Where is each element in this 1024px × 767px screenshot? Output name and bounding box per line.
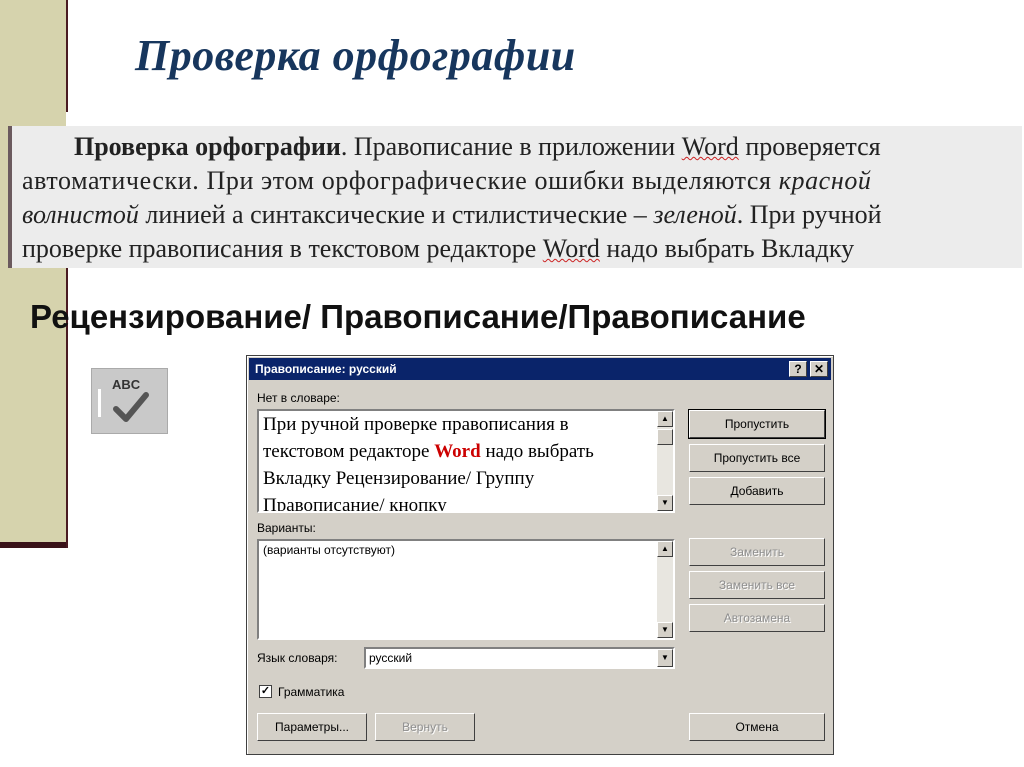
excerpt-italic: зеленой: [653, 200, 737, 229]
not-in-dict-label: Нет в словаре:: [257, 391, 340, 405]
add-button[interactable]: Добавить: [689, 477, 825, 505]
toolbar-separator: [98, 389, 101, 417]
grammar-label: Грамматика: [278, 685, 345, 699]
scroll-down-arrow-icon[interactable]: ▼: [657, 495, 673, 511]
excerpt-word-underlined: Word: [681, 132, 739, 161]
spellcheck-label: ABC: [112, 377, 141, 392]
scroll-up-arrow-icon[interactable]: ▲: [657, 541, 673, 557]
help-button[interactable]: ?: [789, 361, 807, 377]
options-button[interactable]: Параметры...: [257, 713, 367, 741]
excerpt-text: проверке правописания в текстовом редакт…: [22, 234, 543, 263]
scroll-up-arrow-icon[interactable]: ▲: [657, 411, 673, 427]
excerpt-italic: красной: [778, 166, 872, 195]
decor-line-vertical-top: [66, 0, 68, 112]
replace-button[interactable]: Заменить: [689, 538, 825, 566]
scroll-down-arrow-icon[interactable]: ▼: [657, 622, 673, 638]
not-in-dict-text: При ручной проверке правописания в текст…: [263, 411, 653, 511]
close-button[interactable]: ✕: [810, 361, 828, 377]
not-in-dict-textbox[interactable]: При ручной проверке правописания в текст…: [257, 409, 675, 513]
skip-button[interactable]: Пропустить: [688, 409, 826, 439]
excerpt-text: проверяется: [738, 132, 881, 161]
language-value: русский: [369, 651, 413, 665]
spellcheck-icon: [113, 392, 149, 422]
decor-line-horizontal: [0, 542, 66, 548]
replace-all-button[interactable]: Заменить все: [689, 571, 825, 599]
variants-scrollbar[interactable]: ▲ ▼: [657, 541, 673, 638]
grammar-checkbox[interactable]: ✓: [259, 685, 272, 698]
dialog-titlebar[interactable]: Правописание: русский ? ✕: [249, 358, 831, 380]
misspelled-word: Word: [434, 441, 481, 462]
excerpt-word-underlined: Word: [542, 234, 600, 263]
scroll-thumb[interactable]: [657, 429, 673, 445]
excerpt-line-4: проверке правописания в текстовом редакт…: [22, 234, 854, 264]
text-excerpt: Проверка орфографии. Правописание в прил…: [8, 126, 1022, 268]
excerpt-bold: Проверка орфографии: [74, 132, 341, 161]
slide-title: Проверка орфографии: [135, 31, 576, 80]
excerpt-line-2: автоматически. При этом орфографические …: [22, 166, 872, 196]
variants-empty-text: (варианты отсутствуют): [263, 543, 396, 557]
dialog-title: Правописание: русский: [255, 362, 397, 376]
skip-all-button[interactable]: Пропустить все: [689, 444, 825, 472]
autocorrect-button[interactable]: Автозамена: [689, 604, 825, 632]
excerpt-italic: волнистой: [22, 200, 139, 229]
excerpt-line-1: Проверка орфографии. Правописание в прил…: [74, 132, 881, 162]
not-in-dict-scrollbar[interactable]: ▲ ▼: [657, 411, 673, 511]
excerpt-text: линией а синтаксические и стилистические…: [138, 200, 654, 229]
spellcheck-toolbar-button[interactable]: ABC: [91, 368, 168, 434]
excerpt-text: автоматически. При этом орфографические …: [22, 166, 779, 195]
path-heading: Рецензирование/ Правописание/Правописани…: [30, 298, 806, 335]
excerpt-text: надо выбрать Вкладку: [599, 234, 855, 263]
language-label: Язык словаря:: [257, 651, 338, 665]
cancel-button[interactable]: Отмена: [689, 713, 825, 741]
undo-button[interactable]: Вернуть: [375, 713, 475, 741]
excerpt-text: . Правописание в приложении: [340, 132, 682, 161]
variants-listbox[interactable]: (варианты отсутствуют) ▲ ▼: [257, 539, 675, 640]
variants-label: Варианты:: [257, 521, 316, 535]
spelling-dialog: Правописание: русский ? ✕ Нет в словаре:…: [246, 355, 834, 755]
left-decor-band: [0, 0, 66, 548]
chevron-down-icon[interactable]: ▼: [657, 649, 673, 667]
excerpt-line-3: волнистой линией а синтаксические и стил…: [22, 200, 882, 230]
language-select[interactable]: русский ▼: [364, 647, 675, 669]
excerpt-text: . При ручной: [736, 200, 882, 229]
